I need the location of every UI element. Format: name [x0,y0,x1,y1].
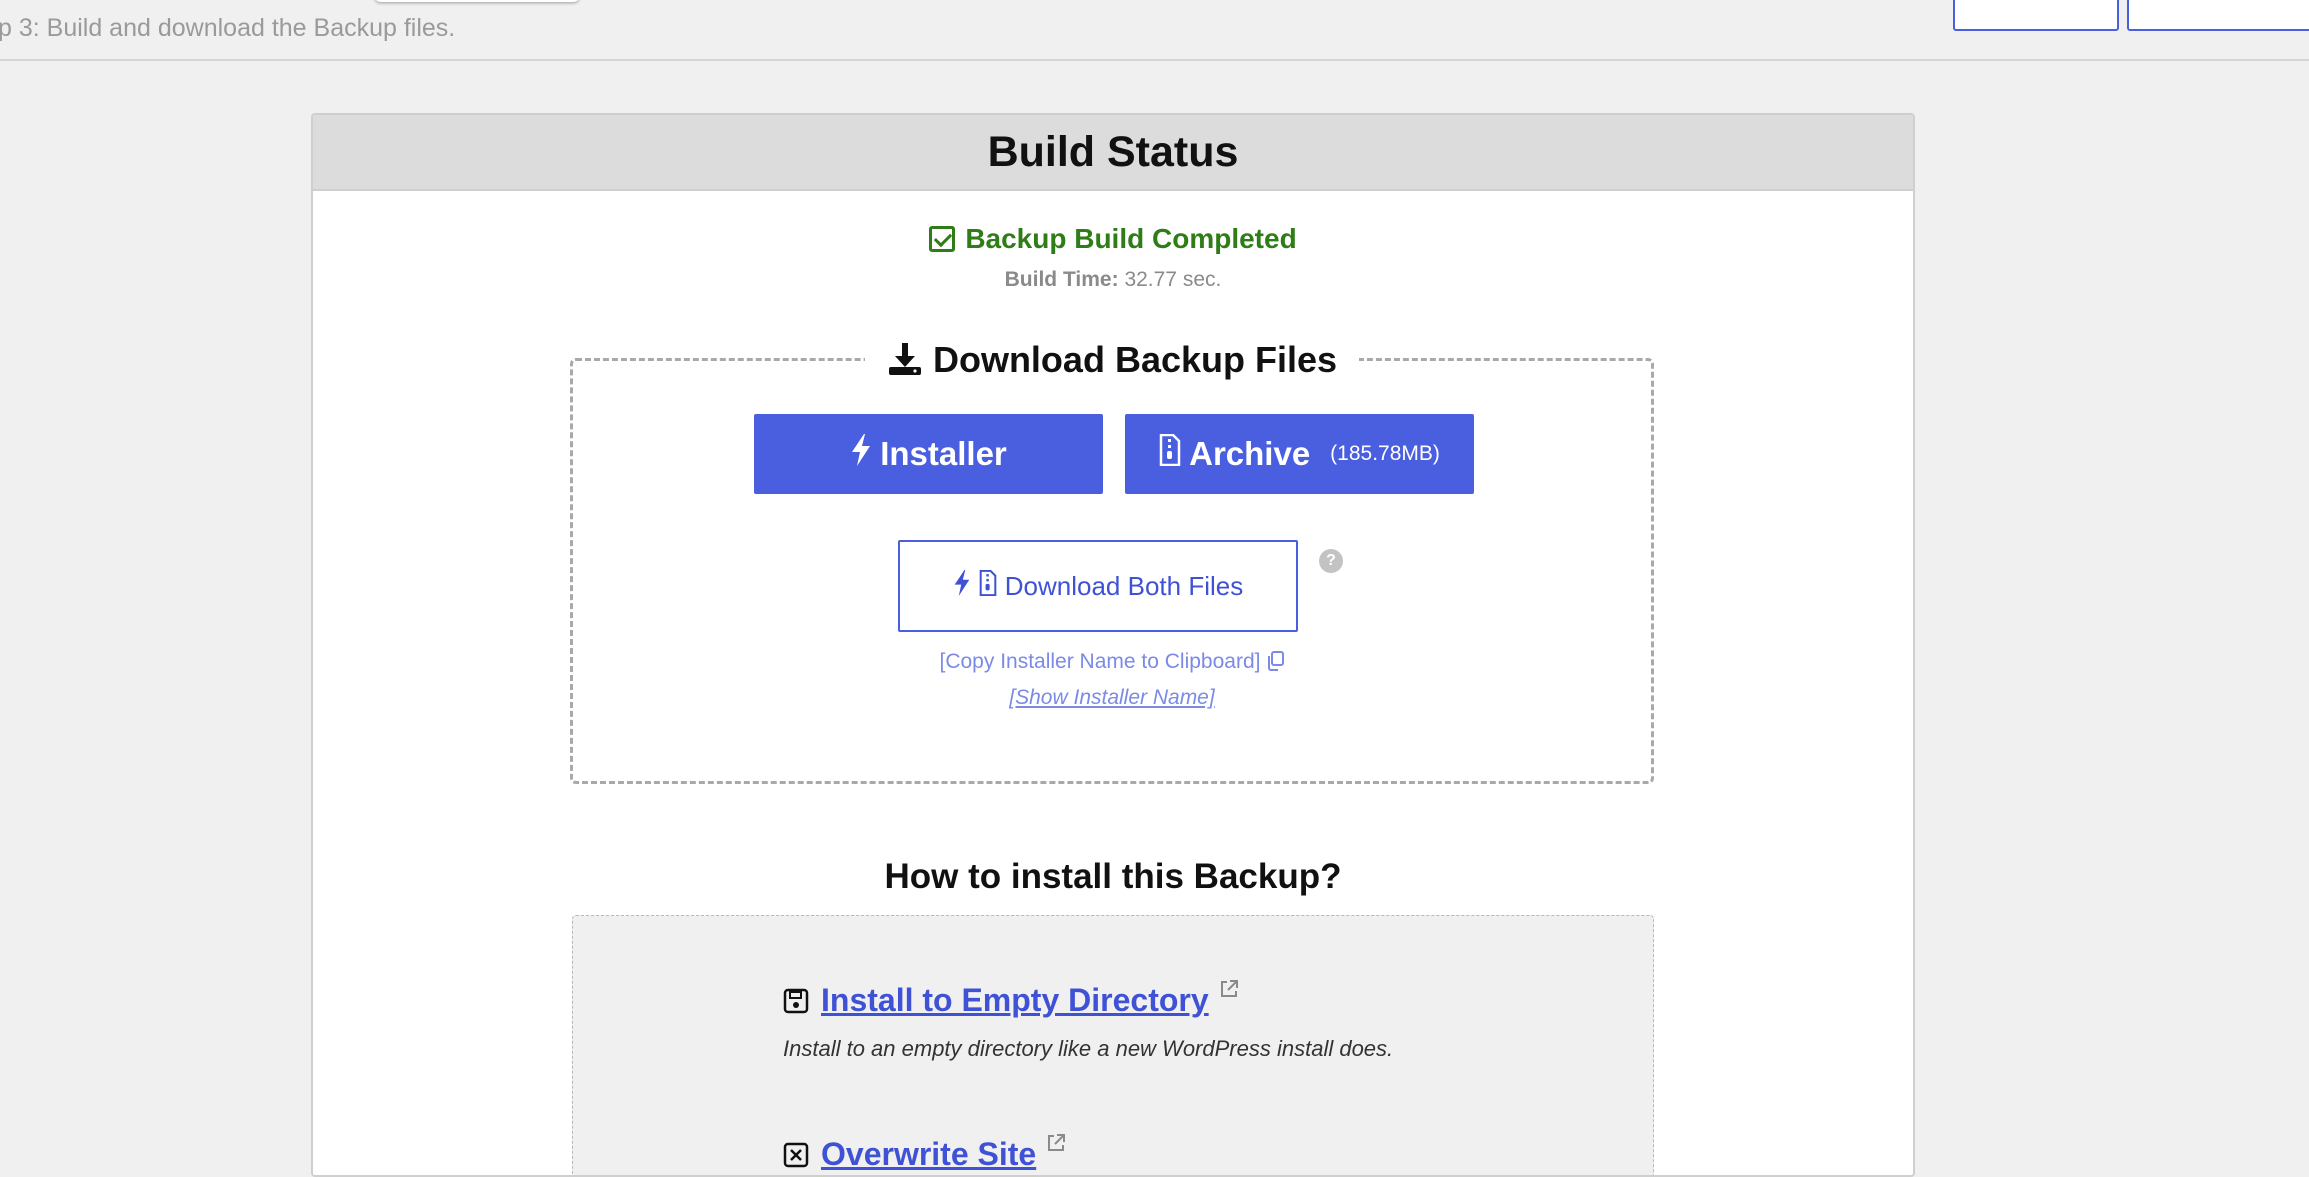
file-zip-icon [1159,433,1189,474]
top-button-2[interactable] [2127,0,2309,31]
archive-label: Archive [1189,435,1311,472]
copy-installer-name-link[interactable]: [Copy Installer Name to Clipboard] [573,650,1651,677]
installer-label: Installer [880,435,1007,472]
build-status-panel: Build Status Backup Build Completed Buil… [311,113,1915,1177]
install-option-title: Install to Empty Directory [821,982,1209,1018]
download-box: Download Backup Files Installer Archive (… [570,339,1654,784]
download-both-button[interactable]: Download Both Files [898,540,1298,632]
panel-title: Build Status [987,127,1239,176]
bolt-icon [850,434,880,474]
download-icon [887,341,923,386]
show-installer-name-link[interactable]: [Show Installer Name] [573,686,1651,710]
installer-button[interactable]: Installer [754,414,1103,494]
download-both-label: Download Both Files [1004,570,1244,601]
copy-link-text: [Copy Installer Name to Clipboard] [939,650,1261,673]
panel-header: Build Status [313,115,1913,191]
external-link-icon [1219,970,1239,1007]
help-icon[interactable]: ? [1319,549,1343,573]
build-time: Build Time: 32.77 sec. [313,268,1913,292]
install-option-overwrite: Overwrite Site [783,1124,1066,1175]
tab-stub[interactable] [375,0,579,2]
download-heading-text: Download Backup Files [932,339,1338,380]
file-zip-icon [979,569,1005,603]
install-option-empty-dir: Install to Empty Directory Install to an… [783,970,1393,1062]
floppy-disk-icon [783,985,809,1022]
bolt-icon [953,569,979,603]
install-option-description: Install to an empty directory like a new… [783,1036,1394,1061]
install-heading: How to install this Backup? [884,857,1342,896]
archive-button[interactable]: Archive (185.78MB) [1125,414,1474,494]
top-button-1[interactable] [1953,0,2119,31]
build-time-label: Build Time: [1004,268,1119,291]
step-description: p 3: Build and download the Backup files… [0,14,456,42]
download-heading: Download Backup Files [573,339,1651,386]
build-status: Backup Build Completed [313,223,1913,255]
check-square-icon [929,226,956,252]
install-option-link[interactable]: Install to Empty Directory [783,970,1393,1022]
x-square-icon [783,1139,809,1175]
external-link-icon [1046,1124,1066,1161]
top-bar: p 3: Build and download the Backup files… [0,0,2309,61]
copy-icon [1266,651,1285,677]
archive-size: (185.78MB) [1330,442,1440,465]
status-text: Backup Build Completed [965,223,1297,254]
install-option-link[interactable]: Overwrite Site [783,1124,1066,1175]
install-option-title: Overwrite Site [821,1136,1037,1172]
install-options-box: Install to Empty Directory Install to an… [572,915,1654,1175]
build-time-value: 32.77 sec. [1124,268,1222,291]
